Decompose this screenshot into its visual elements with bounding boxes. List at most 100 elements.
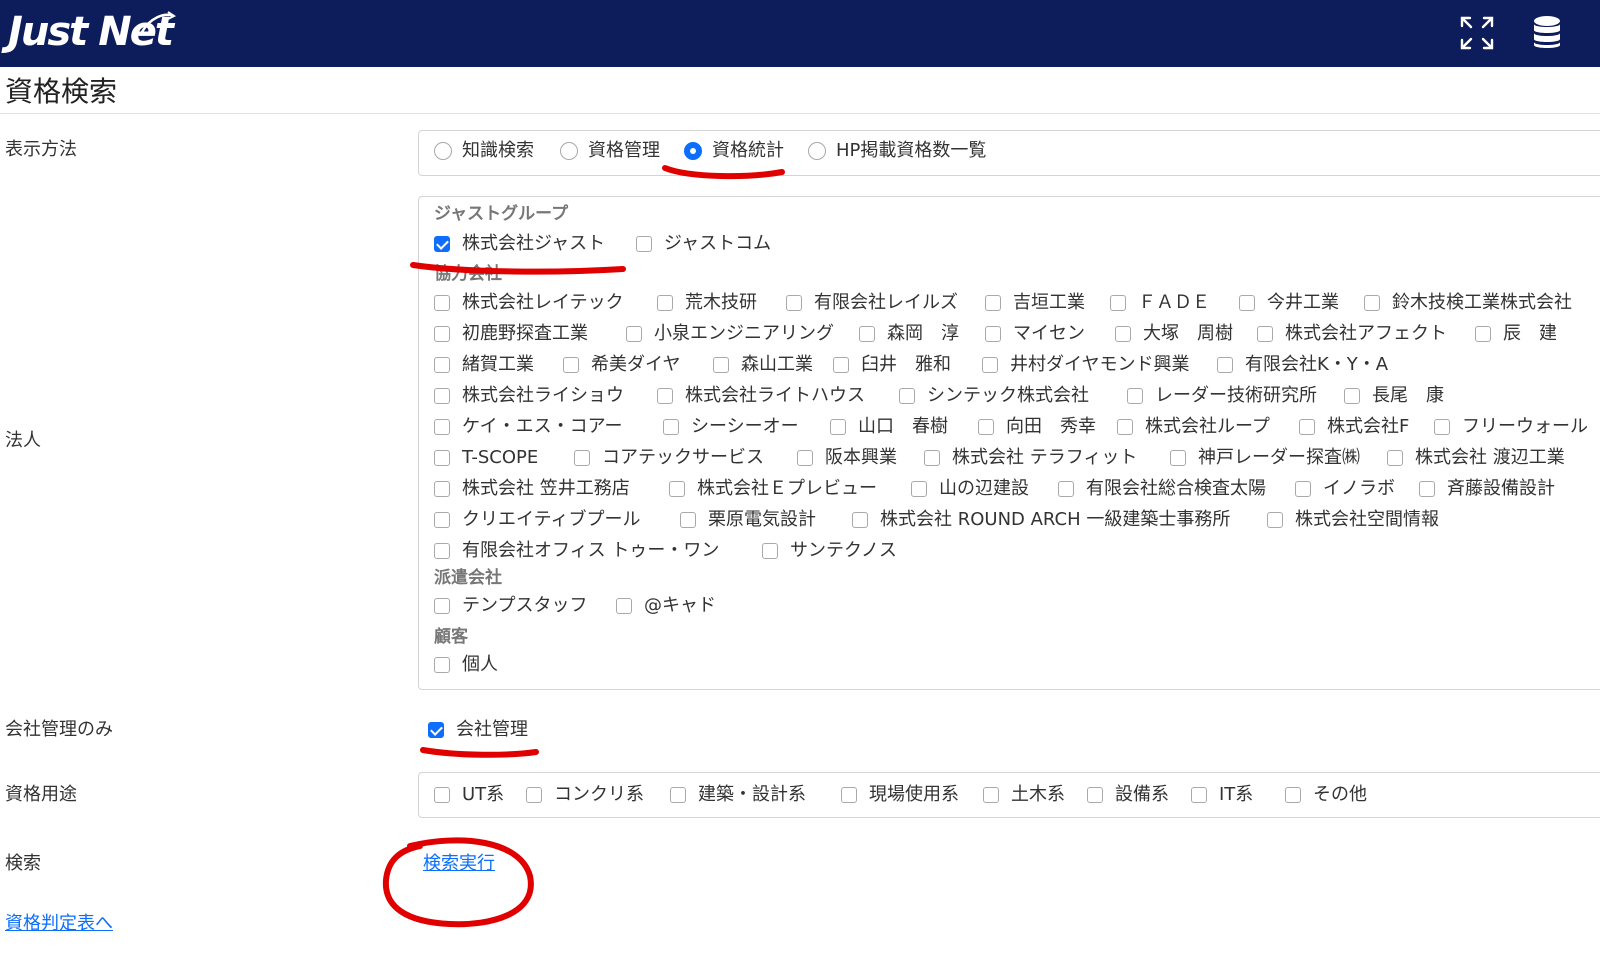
radio-indicator[interactable] — [434, 142, 452, 160]
checkbox-indicator[interactable] — [434, 388, 450, 404]
checkbox-partner[interactable]: 長尾 康 — [1344, 383, 1444, 409]
checkbox-indicator[interactable] — [526, 787, 542, 803]
checkbox-partner[interactable]: 森山工業 — [713, 352, 813, 378]
checkbox-indicator[interactable] — [1387, 450, 1403, 466]
checkbox-indicator[interactable] — [852, 512, 868, 528]
checkbox-indicator[interactable] — [797, 450, 813, 466]
checkbox-partner[interactable]: 有限会社K・Y・A — [1217, 352, 1388, 378]
checkbox-atcad[interactable]: @キャド — [616, 593, 716, 619]
checkbox-indicator[interactable] — [985, 326, 1001, 342]
checkbox-indicator[interactable] — [985, 295, 1001, 311]
checkbox-partner[interactable]: 有限会社総合検査太陽 — [1058, 476, 1266, 502]
checkbox-indicator[interactable] — [1344, 388, 1360, 404]
checkbox-indicator[interactable] — [434, 419, 450, 435]
checkbox-indicator[interactable] — [1299, 419, 1315, 435]
checkbox-indicator[interactable] — [1295, 481, 1311, 497]
checkbox-indicator[interactable] — [434, 657, 450, 673]
checkbox-partner[interactable]: 今井工業 — [1239, 290, 1339, 316]
checkbox-indicator[interactable] — [899, 388, 915, 404]
checkbox-indicator[interactable] — [680, 512, 696, 528]
checkbox-indicator[interactable] — [663, 419, 679, 435]
checkbox-partner[interactable]: 株式会社レイテック — [434, 290, 624, 316]
radio-indicator[interactable] — [808, 142, 826, 160]
checkbox-partner[interactable]: 吉垣工業 — [985, 290, 1085, 316]
checkbox-partner[interactable]: 山の辺建設 — [911, 476, 1029, 502]
checkbox-indicator[interactable] — [636, 236, 652, 252]
checkbox-indicator[interactable] — [626, 326, 642, 342]
checkbox-partner[interactable]: 株式会社アフェクト — [1257, 321, 1447, 347]
radio-knowledge-search[interactable]: 知識検索 — [434, 138, 534, 164]
checkbox-indicator[interactable] — [563, 357, 579, 373]
checkbox-just-co[interactable]: 株式会社ジャスト — [434, 231, 605, 257]
checkbox-partner[interactable]: 阪本興業 — [797, 445, 897, 471]
checkbox-indicator[interactable] — [1058, 481, 1074, 497]
checkbox-partner[interactable]: 神戸レーダー探査㈱ — [1170, 445, 1360, 471]
checkbox-indicator[interactable] — [1127, 388, 1143, 404]
checkbox-indicator[interactable] — [434, 326, 450, 342]
checkbox-partner[interactable]: 荒木技研 — [657, 290, 757, 316]
checkbox-partner[interactable]: 山口 春樹 — [830, 414, 948, 440]
radio-hp-count-list[interactable]: HP掲載資格数一覧 — [808, 138, 986, 164]
checkbox-partner[interactable]: クリエイティブプール — [434, 507, 641, 533]
checkbox-indicator[interactable] — [983, 787, 999, 803]
checkbox-partner[interactable]: 有限会社オフィス トゥー・ワン — [434, 538, 719, 564]
checkbox-partner[interactable]: 井村ダイヤモンド興業 — [982, 352, 1189, 378]
checkbox-indicator[interactable] — [1475, 326, 1491, 342]
checkbox-partner[interactable]: 辰 建 — [1475, 321, 1557, 347]
checkbox-usage[interactable]: 現場使用系 — [841, 782, 959, 808]
checkbox-justcom[interactable]: ジャストコム — [636, 231, 771, 257]
checkbox-indicator[interactable] — [670, 787, 686, 803]
checkbox-partner[interactable]: 株式会社ループ — [1117, 414, 1270, 440]
checkbox-partner[interactable]: T-SCOPE — [434, 445, 538, 471]
checkbox-indicator[interactable] — [786, 295, 802, 311]
checkbox-indicator[interactable] — [1419, 481, 1435, 497]
checkbox-usage[interactable]: 設備系 — [1087, 782, 1169, 808]
checkbox-indicator[interactable] — [1217, 357, 1233, 373]
checkbox-indicator[interactable] — [434, 512, 450, 528]
checkbox-indicator[interactable] — [1115, 326, 1131, 342]
checkbox-partner[interactable]: 緒賀工業 — [434, 352, 534, 378]
checkbox-indicator[interactable] — [616, 598, 632, 614]
checkbox-usage[interactable]: その他 — [1285, 782, 1367, 808]
checkbox-indicator[interactable] — [833, 357, 849, 373]
checkbox-partner[interactable]: ＦＡＤＥ — [1110, 290, 1210, 316]
checkbox-indicator[interactable] — [911, 481, 927, 497]
checkbox-partner[interactable]: イノラボ — [1295, 476, 1395, 502]
checkbox-partner[interactable]: 株式会社ライトハウス — [657, 383, 865, 409]
radio-indicator[interactable] — [560, 142, 578, 160]
checkbox-partner[interactable]: 斉藤設備設計 — [1419, 476, 1555, 502]
checkbox-tempstaff[interactable]: テンプスタッフ — [434, 593, 587, 619]
checkbox-indicator[interactable] — [713, 357, 729, 373]
expand-icon[interactable] — [1458, 14, 1496, 52]
checkbox-partner[interactable]: コアテックサービス — [574, 445, 764, 471]
checkbox-partner[interactable]: 株式会社 テラフィット — [924, 445, 1137, 471]
checkbox-partner[interactable]: 初鹿野探査工業 — [434, 321, 588, 347]
checkbox-partner[interactable]: 鈴木技検工業株式会社 — [1364, 290, 1572, 316]
checkbox-indicator[interactable] — [657, 295, 673, 311]
checkbox-usage[interactable]: 建築・設計系 — [670, 782, 806, 808]
checkbox-partner[interactable]: 森岡 淳 — [859, 321, 959, 347]
checkbox-indicator[interactable] — [1267, 512, 1283, 528]
checkbox-partner[interactable]: シーシーオー — [663, 414, 799, 440]
checkbox-indicator[interactable] — [978, 419, 994, 435]
checkbox-partner[interactable]: 大塚 周樹 — [1115, 321, 1233, 347]
checkbox-indicator-checked[interactable] — [434, 236, 450, 252]
checkbox-indicator[interactable] — [434, 543, 450, 559]
checkbox-indicator[interactable] — [434, 481, 450, 497]
checkbox-partner[interactable]: 株式会社Ｅプレビュー — [669, 476, 877, 502]
radio-indicator-selected[interactable] — [684, 142, 702, 160]
checkbox-partner[interactable]: 株式会社F — [1299, 414, 1409, 440]
checkbox-partner[interactable]: 株式会社 ROUND ARCH 一級建築士事務所 — [852, 507, 1230, 533]
checkbox-indicator[interactable] — [434, 787, 450, 803]
checkbox-partner[interactable]: 株式会社 渡辺工業 — [1387, 445, 1565, 471]
checkbox-partner[interactable]: レーダー技術研究所 — [1127, 383, 1317, 409]
checkbox-partner[interactable]: マイセン — [985, 321, 1085, 347]
checkbox-indicator[interactable] — [1191, 787, 1207, 803]
checkbox-indicator[interactable] — [830, 419, 846, 435]
checkbox-partner[interactable]: 臼井 雅和 — [833, 352, 951, 378]
checkbox-partner[interactable]: 向田 秀幸 — [978, 414, 1096, 440]
checkbox-indicator[interactable] — [924, 450, 940, 466]
checkbox-usage[interactable]: コンクリ系 — [526, 782, 644, 808]
checkbox-partner[interactable]: 栗原電気設計 — [680, 507, 816, 533]
checkbox-partner[interactable]: 小泉エンジニアリング — [626, 321, 834, 347]
